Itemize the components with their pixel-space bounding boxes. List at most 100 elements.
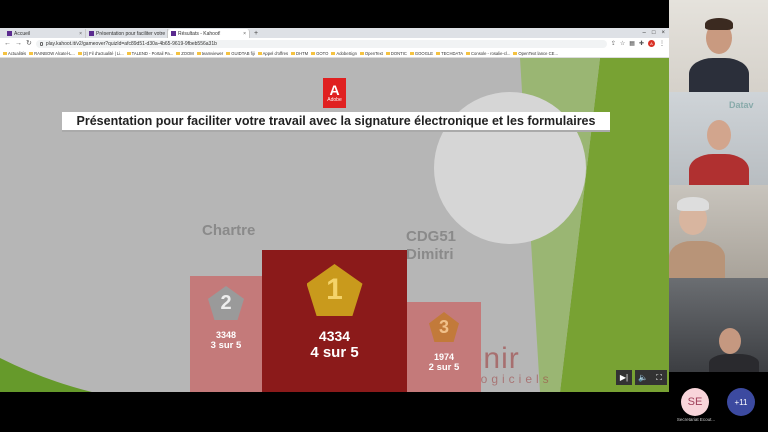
bookmark-folder-icon	[409, 51, 414, 55]
tab-results[interactable]: Résultats - Kahoot! ×	[168, 29, 250, 38]
minimize-icon[interactable]: –	[643, 29, 646, 38]
puzzle-icon[interactable]: ✚	[639, 40, 644, 47]
bookmark-label: TALEND - Portail Pa...	[131, 50, 174, 56]
bookmark-item[interactable]: GOOGLE	[409, 50, 434, 56]
fullscreen-button[interactable]: ⛶	[651, 370, 667, 385]
bookmark-label: GUIDTAB fiji	[231, 50, 255, 56]
third-correct: 2 sur 5	[428, 362, 460, 373]
participant-video-3[interactable]	[669, 185, 768, 278]
bookmark-label: Actualités	[8, 50, 27, 56]
participant-video-4[interactable]	[669, 278, 768, 372]
bookmark-label: ZOOM	[181, 50, 194, 56]
bookmark-label: DHTM	[296, 50, 309, 56]
rank-1-badge-icon: 1	[306, 264, 363, 316]
bookmark-item[interactable]: RAINBOW Alcatel-L...	[29, 51, 75, 56]
back-arrow-icon[interactable]: ←	[4, 38, 11, 49]
bookmark-label: TECHDATA	[441, 50, 464, 56]
bookmark-label: GOTO	[316, 50, 329, 56]
bookmark-item[interactable]: GUIDTAB fiji	[226, 50, 255, 56]
podium-second: 2 3348 3 sur 5	[190, 276, 262, 392]
volume-button[interactable]: 🔈	[635, 370, 651, 385]
participant-hair	[677, 197, 709, 211]
self-avatar[interactable]: SE	[681, 388, 709, 416]
tab-label: Accueil	[14, 30, 31, 37]
bookmark-item[interactable]: GOTO	[311, 51, 328, 56]
bookmark-label: teamviewer	[201, 50, 224, 56]
bookmark-folder-icon	[359, 51, 364, 55]
bookmark-folder-icon	[291, 51, 296, 55]
more-participants-button[interactable]: +11	[727, 388, 755, 416]
bookmark-item[interactable]: AdobeSign	[331, 51, 357, 56]
participant-hair	[705, 18, 733, 30]
close-icon[interactable]: ×	[243, 31, 246, 37]
participant-video-2[interactable]: Datav	[669, 92, 768, 185]
reload-icon[interactable]: ↻	[26, 38, 32, 49]
tab-accueil[interactable]: Accueil ×	[4, 29, 86, 38]
third-place-name-line2: Dimitri	[406, 246, 454, 263]
participant-body	[709, 354, 759, 372]
skip-button[interactable]: ▶|	[616, 370, 632, 385]
first-correct: 4 sur 5	[310, 344, 359, 361]
bookmark-folder-icon	[257, 51, 262, 55]
third-score: 1974	[433, 352, 455, 362]
bookmark-item[interactable]: DHTM	[291, 51, 308, 56]
participant-face	[707, 120, 731, 150]
bookmark-item[interactable]: ZOOM	[176, 51, 194, 56]
menu-dots-icon[interactable]: ⋮	[659, 40, 665, 47]
kahoot-favicon-icon	[89, 31, 94, 36]
second-correct: 3 sur 5	[210, 340, 242, 351]
close-window-icon[interactable]: ×	[661, 29, 665, 38]
bookmark-label: RAINBOW Alcatel-L...	[34, 50, 75, 56]
podium-first: 1 4334 4 sur 5	[262, 250, 407, 392]
bookmark-folder-icon	[126, 51, 131, 55]
bookmark-folder-icon	[226, 51, 231, 55]
bookmark-label: (3) Fil d'actualité | Li...	[82, 50, 124, 56]
bookmark-item[interactable]: (3) Fil d'actualité | Li...	[77, 50, 124, 56]
bookmark-label: GOOGLE	[414, 50, 434, 56]
second-place-name: Chartre	[202, 222, 256, 239]
bookmark-folder-icon	[331, 51, 336, 55]
share-icon[interactable]: ⇪	[611, 40, 616, 47]
maximize-icon[interactable]: □	[652, 29, 656, 38]
first-score: 4334	[318, 328, 351, 344]
bookmark-item[interactable]: TECHDATA	[436, 51, 463, 56]
participant-face	[719, 328, 741, 354]
close-icon[interactable]: ×	[79, 31, 82, 37]
bookmark-folder-icon	[311, 51, 316, 55]
bookmark-folder-icon	[176, 51, 181, 55]
second-score: 3348	[215, 330, 237, 340]
slide-title: Présentation pour faciliter votre travai…	[62, 112, 610, 132]
bookmarks-bar: Actualités RAINBOW Alcatel-L... (3) Fil d'…	[0, 49, 669, 58]
address-bar-row: ← → ↻ play.kahoot.it/v2/gameover?quizId=…	[0, 38, 669, 49]
adobe-logo-letter: A	[329, 82, 340, 98]
forward-arrow-icon[interactable]: →	[15, 38, 22, 49]
kahoot-favicon-icon	[171, 31, 176, 36]
profile-avatar-icon[interactable]: A	[648, 40, 655, 47]
participant-body	[689, 58, 749, 92]
star-icon[interactable]: ☆	[620, 40, 625, 47]
screen: Accueil × Présentation pour faciliter vo…	[0, 0, 768, 432]
bookmark-item[interactable]: DONTIC	[385, 50, 407, 56]
bookmark-item[interactable]: teamviewer	[196, 50, 224, 56]
extension-icon[interactable]: ▦	[629, 40, 635, 47]
bookmark-label: DONTIC	[390, 50, 407, 56]
new-tab-plus-icon[interactable]: +	[250, 29, 262, 38]
tab-label: Présentation pour faciliter votre	[96, 30, 166, 37]
bookmark-item[interactable]: OpenText	[359, 51, 383, 56]
bookmark-folder-icon	[513, 51, 518, 55]
third-place-name: CDG51	[406, 228, 457, 245]
bookmark-item[interactable]: Actualités	[3, 51, 26, 56]
teams-favicon-icon	[7, 31, 12, 36]
bookmark-folder-icon	[77, 51, 82, 55]
bookmark-folder-icon	[196, 51, 201, 55]
bookmark-item[interactable]: OpenText lance CE...	[513, 51, 558, 56]
participant-video-1[interactable]	[669, 0, 768, 92]
bookmark-item[interactable]: Appel d'offres	[257, 51, 288, 56]
tab-presentation[interactable]: Présentation pour faciliter votre ×	[86, 29, 168, 38]
url-field[interactable]: play.kahoot.it/v2/gameover?quizId=afc89d…	[35, 39, 607, 48]
bookmark-folder-icon	[436, 51, 441, 55]
bookmark-folder-icon	[466, 51, 471, 55]
bookmark-item[interactable]: Console - rosalie-cl...	[466, 51, 510, 56]
bookmark-item[interactable]: TALEND - Portail Pa...	[126, 50, 174, 56]
datavenir-wall-logo: Datav	[729, 100, 754, 110]
